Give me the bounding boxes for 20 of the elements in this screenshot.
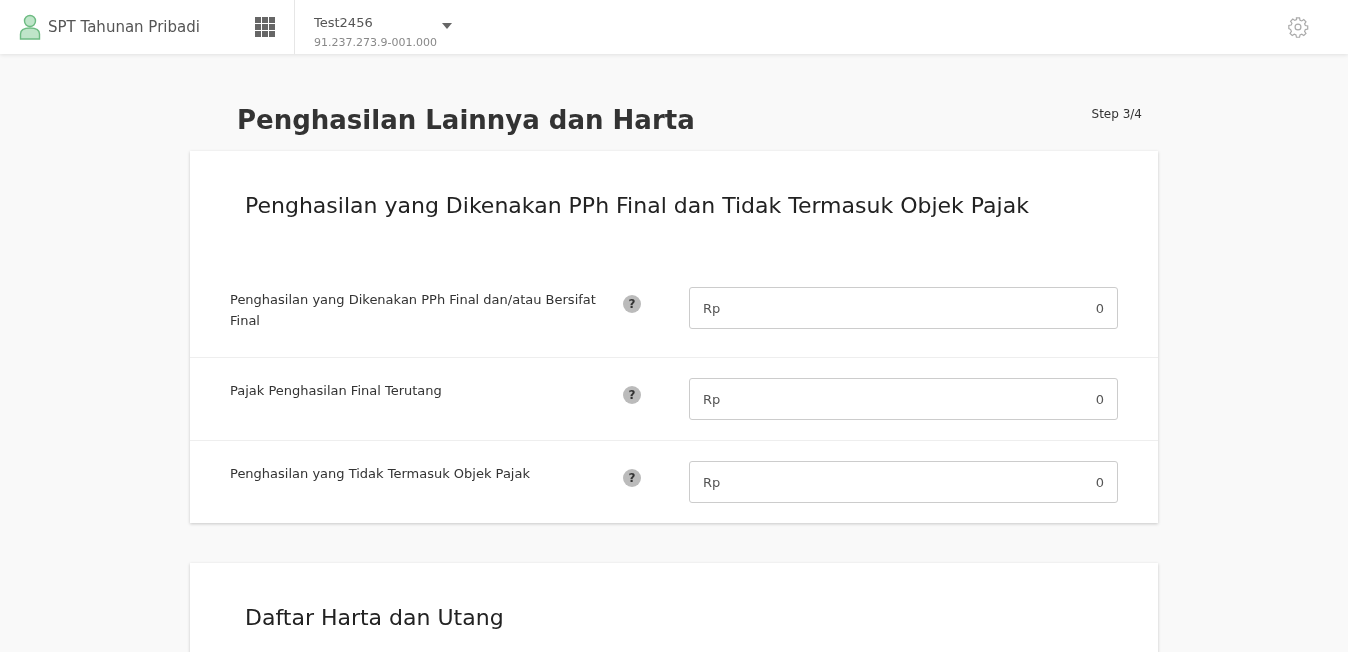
field-label: Penghasilan yang Tidak Termasuk Objek Pajak (230, 465, 531, 483)
section-title: Penghasilan yang Dikenakan PPh Final dan Tidak Termasuk Objek Pajak (245, 192, 1030, 220)
section-title: Daftar Harta dan Utang (245, 604, 505, 632)
account-switcher[interactable]: Test2456 91.237.273.9-001.000 (294, 0, 452, 54)
amount-field[interactable]: Rp 0 (689, 378, 1118, 420)
user-icon (19, 14, 41, 40)
account-npwp: 91.237.273.9-001.000 (314, 35, 437, 51)
help-icon[interactable]: ? (623, 469, 641, 487)
help-icon[interactable]: ? (623, 295, 641, 313)
app-title: SPT Tahunan Pribadi (48, 18, 200, 36)
help-icon[interactable]: ? (623, 386, 641, 404)
amount-field[interactable]: Rp 0 (689, 287, 1118, 329)
field-label: Pajak Penghasilan Final Terutang (230, 382, 443, 400)
amount-field[interactable]: Rp 0 (689, 461, 1118, 503)
caret-icon (441, 23, 452, 29)
apps-grid-icon[interactable] (255, 17, 275, 37)
page-title: Penghasilan Lainnya dan Harta (237, 105, 695, 135)
account-name: Test2456 (314, 14, 374, 32)
field-label: Penghasilan yang Dikenakan PPh Final dan/atau Bersifat Final (230, 291, 597, 330)
step-indicator: Step 3/4 (1091, 107, 1142, 121)
